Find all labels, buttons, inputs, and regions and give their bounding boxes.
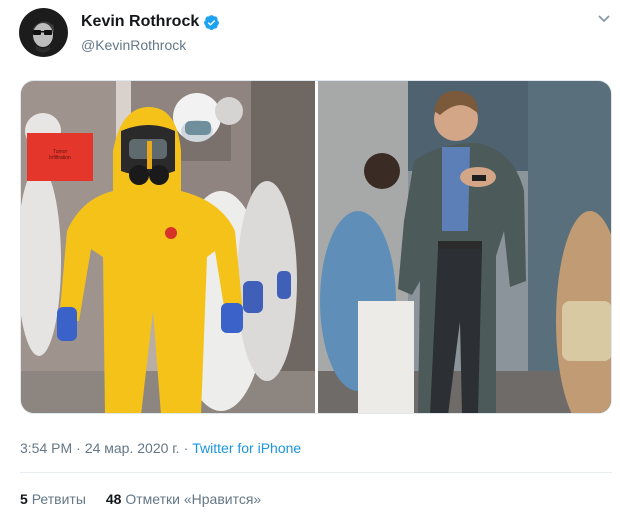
tweet-time[interactable]: 3:54 PM bbox=[20, 440, 72, 456]
sticker-line-2: Infiltration bbox=[49, 155, 71, 161]
tweet-media: Tumor Infiltration bbox=[20, 80, 612, 414]
chevron-down-icon[interactable] bbox=[597, 14, 611, 24]
meta-separator: · bbox=[76, 440, 81, 456]
likes-label: Отметки «Нравится» bbox=[125, 491, 262, 507]
author-name-row[interactable]: Kevin Rothrock bbox=[81, 13, 220, 31]
tweet-stats: 5 Ретвиты 48 Отметки «Нравится» bbox=[20, 491, 281, 507]
walking-man-scene-image bbox=[318, 81, 611, 413]
divider bbox=[20, 472, 612, 473]
tweet-date[interactable]: 24 мар. 2020 г. bbox=[85, 440, 180, 456]
meta-separator-2: · bbox=[183, 440, 189, 456]
retweets-stat[interactable]: 5 Ретвиты bbox=[20, 491, 86, 507]
red-sticker: Tumor Infiltration bbox=[27, 133, 93, 181]
likes-count: 48 bbox=[105, 491, 126, 507]
tweet: Kevin Rothrock @KevinRothrock Tumor Infi… bbox=[0, 0, 620, 522]
hazmat-scene-image bbox=[21, 81, 315, 413]
avatar-icon bbox=[19, 8, 68, 57]
tweet-meta: 3:54 PM · 24 мар. 2020 г. · Twitter for … bbox=[20, 440, 301, 456]
photo-right-walking-man[interactable] bbox=[318, 81, 611, 413]
retweets-count: 5 bbox=[20, 491, 32, 507]
tweet-source-link[interactable]: Twitter for iPhone bbox=[192, 440, 301, 456]
display-name[interactable]: Kevin Rothrock bbox=[81, 13, 199, 31]
author-handle[interactable]: @KevinRothrock bbox=[81, 37, 186, 53]
likes-stat[interactable]: 48 Отметки «Нравится» bbox=[106, 491, 261, 507]
verified-badge-icon bbox=[204, 14, 220, 30]
photo-left-hazmat[interactable]: Tumor Infiltration bbox=[21, 81, 315, 413]
avatar[interactable] bbox=[19, 8, 68, 57]
retweets-label: Ретвиты bbox=[31, 491, 86, 507]
